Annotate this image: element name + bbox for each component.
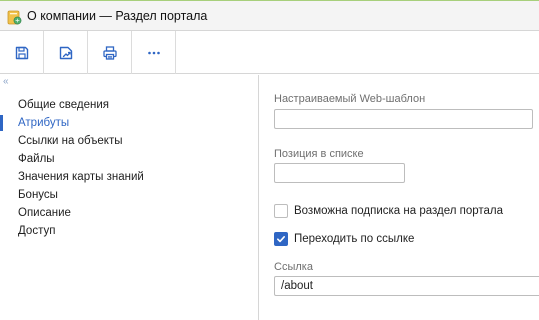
subscribe-checkbox-label: Возможна подписка на раздел портала bbox=[294, 205, 504, 217]
floppy-disk-icon bbox=[15, 46, 28, 59]
printer-icon bbox=[102, 45, 117, 60]
attributes-form: Настраиваемый Web-шаблон Позиция в списк… bbox=[260, 75, 539, 320]
sidebar-item-label: Атрибуты bbox=[18, 117, 70, 129]
subscribe-checkbox-row[interactable]: Возможна подписка на раздел портала bbox=[274, 203, 503, 219]
portal-section-icon bbox=[7, 10, 22, 25]
link-label: Ссылка bbox=[274, 261, 313, 273]
web-template-label: Настраиваемый Web-шаблон bbox=[274, 93, 426, 105]
sidebar: « Общие сведения Атрибуты Ссылки на объе… bbox=[0, 75, 259, 320]
more-dots-icon bbox=[147, 51, 160, 54]
sidebar-item-label: Ссылки на объекты bbox=[18, 135, 123, 147]
web-template-input[interactable] bbox=[274, 109, 533, 129]
checkmark-icon bbox=[277, 236, 285, 243]
follow-link-checkbox-row[interactable]: Переходить по ссылке bbox=[274, 231, 414, 247]
link-input[interactable] bbox=[274, 276, 539, 296]
collapse-sidebar-icon[interactable]: « bbox=[3, 77, 9, 87]
sidebar-item-label: Описание bbox=[18, 207, 71, 219]
sidebar-item-knowledge-map[interactable]: Значения карты знаний bbox=[0, 168, 258, 186]
save-button[interactable] bbox=[0, 31, 44, 74]
subscribe-checkbox[interactable] bbox=[274, 204, 288, 218]
toolbar bbox=[0, 31, 539, 74]
sidebar-nav: Общие сведения Атрибуты Ссылки на объект… bbox=[0, 96, 258, 240]
follow-link-checkbox-label: Переходить по ссылке bbox=[294, 233, 415, 245]
app-window: О компании — Раздел портала « Общие свед… bbox=[0, 0, 539, 320]
sidebar-item-access[interactable]: Доступ bbox=[0, 222, 258, 240]
window-title: О компании — Раздел портала bbox=[27, 9, 208, 23]
list-position-input[interactable] bbox=[274, 163, 405, 183]
sidebar-item-general[interactable]: Общие сведения bbox=[0, 96, 258, 114]
print-button[interactable] bbox=[88, 31, 132, 74]
sidebar-item-label: Значения карты знаний bbox=[18, 171, 144, 183]
sidebar-item-attributes[interactable]: Атрибуты bbox=[0, 114, 258, 132]
sidebar-item-object-links[interactable]: Ссылки на объекты bbox=[0, 132, 258, 150]
sidebar-item-files[interactable]: Файлы bbox=[0, 150, 258, 168]
sidebar-item-bonuses[interactable]: Бонусы bbox=[0, 186, 258, 204]
sidebar-item-label: Бонусы bbox=[18, 189, 58, 201]
save-and-close-button[interactable] bbox=[44, 31, 88, 74]
more-actions-button[interactable] bbox=[132, 31, 176, 74]
save-close-icon bbox=[59, 46, 72, 59]
title-bar: О компании — Раздел портала bbox=[0, 0, 539, 31]
follow-link-checkbox[interactable] bbox=[274, 232, 288, 246]
sidebar-item-label: Файлы bbox=[18, 153, 55, 165]
list-position-label: Позиция в списке bbox=[274, 148, 364, 160]
sidebar-item-label: Общие сведения bbox=[18, 99, 109, 111]
sidebar-item-description[interactable]: Описание bbox=[0, 204, 258, 222]
sidebar-item-label: Доступ bbox=[18, 225, 56, 237]
